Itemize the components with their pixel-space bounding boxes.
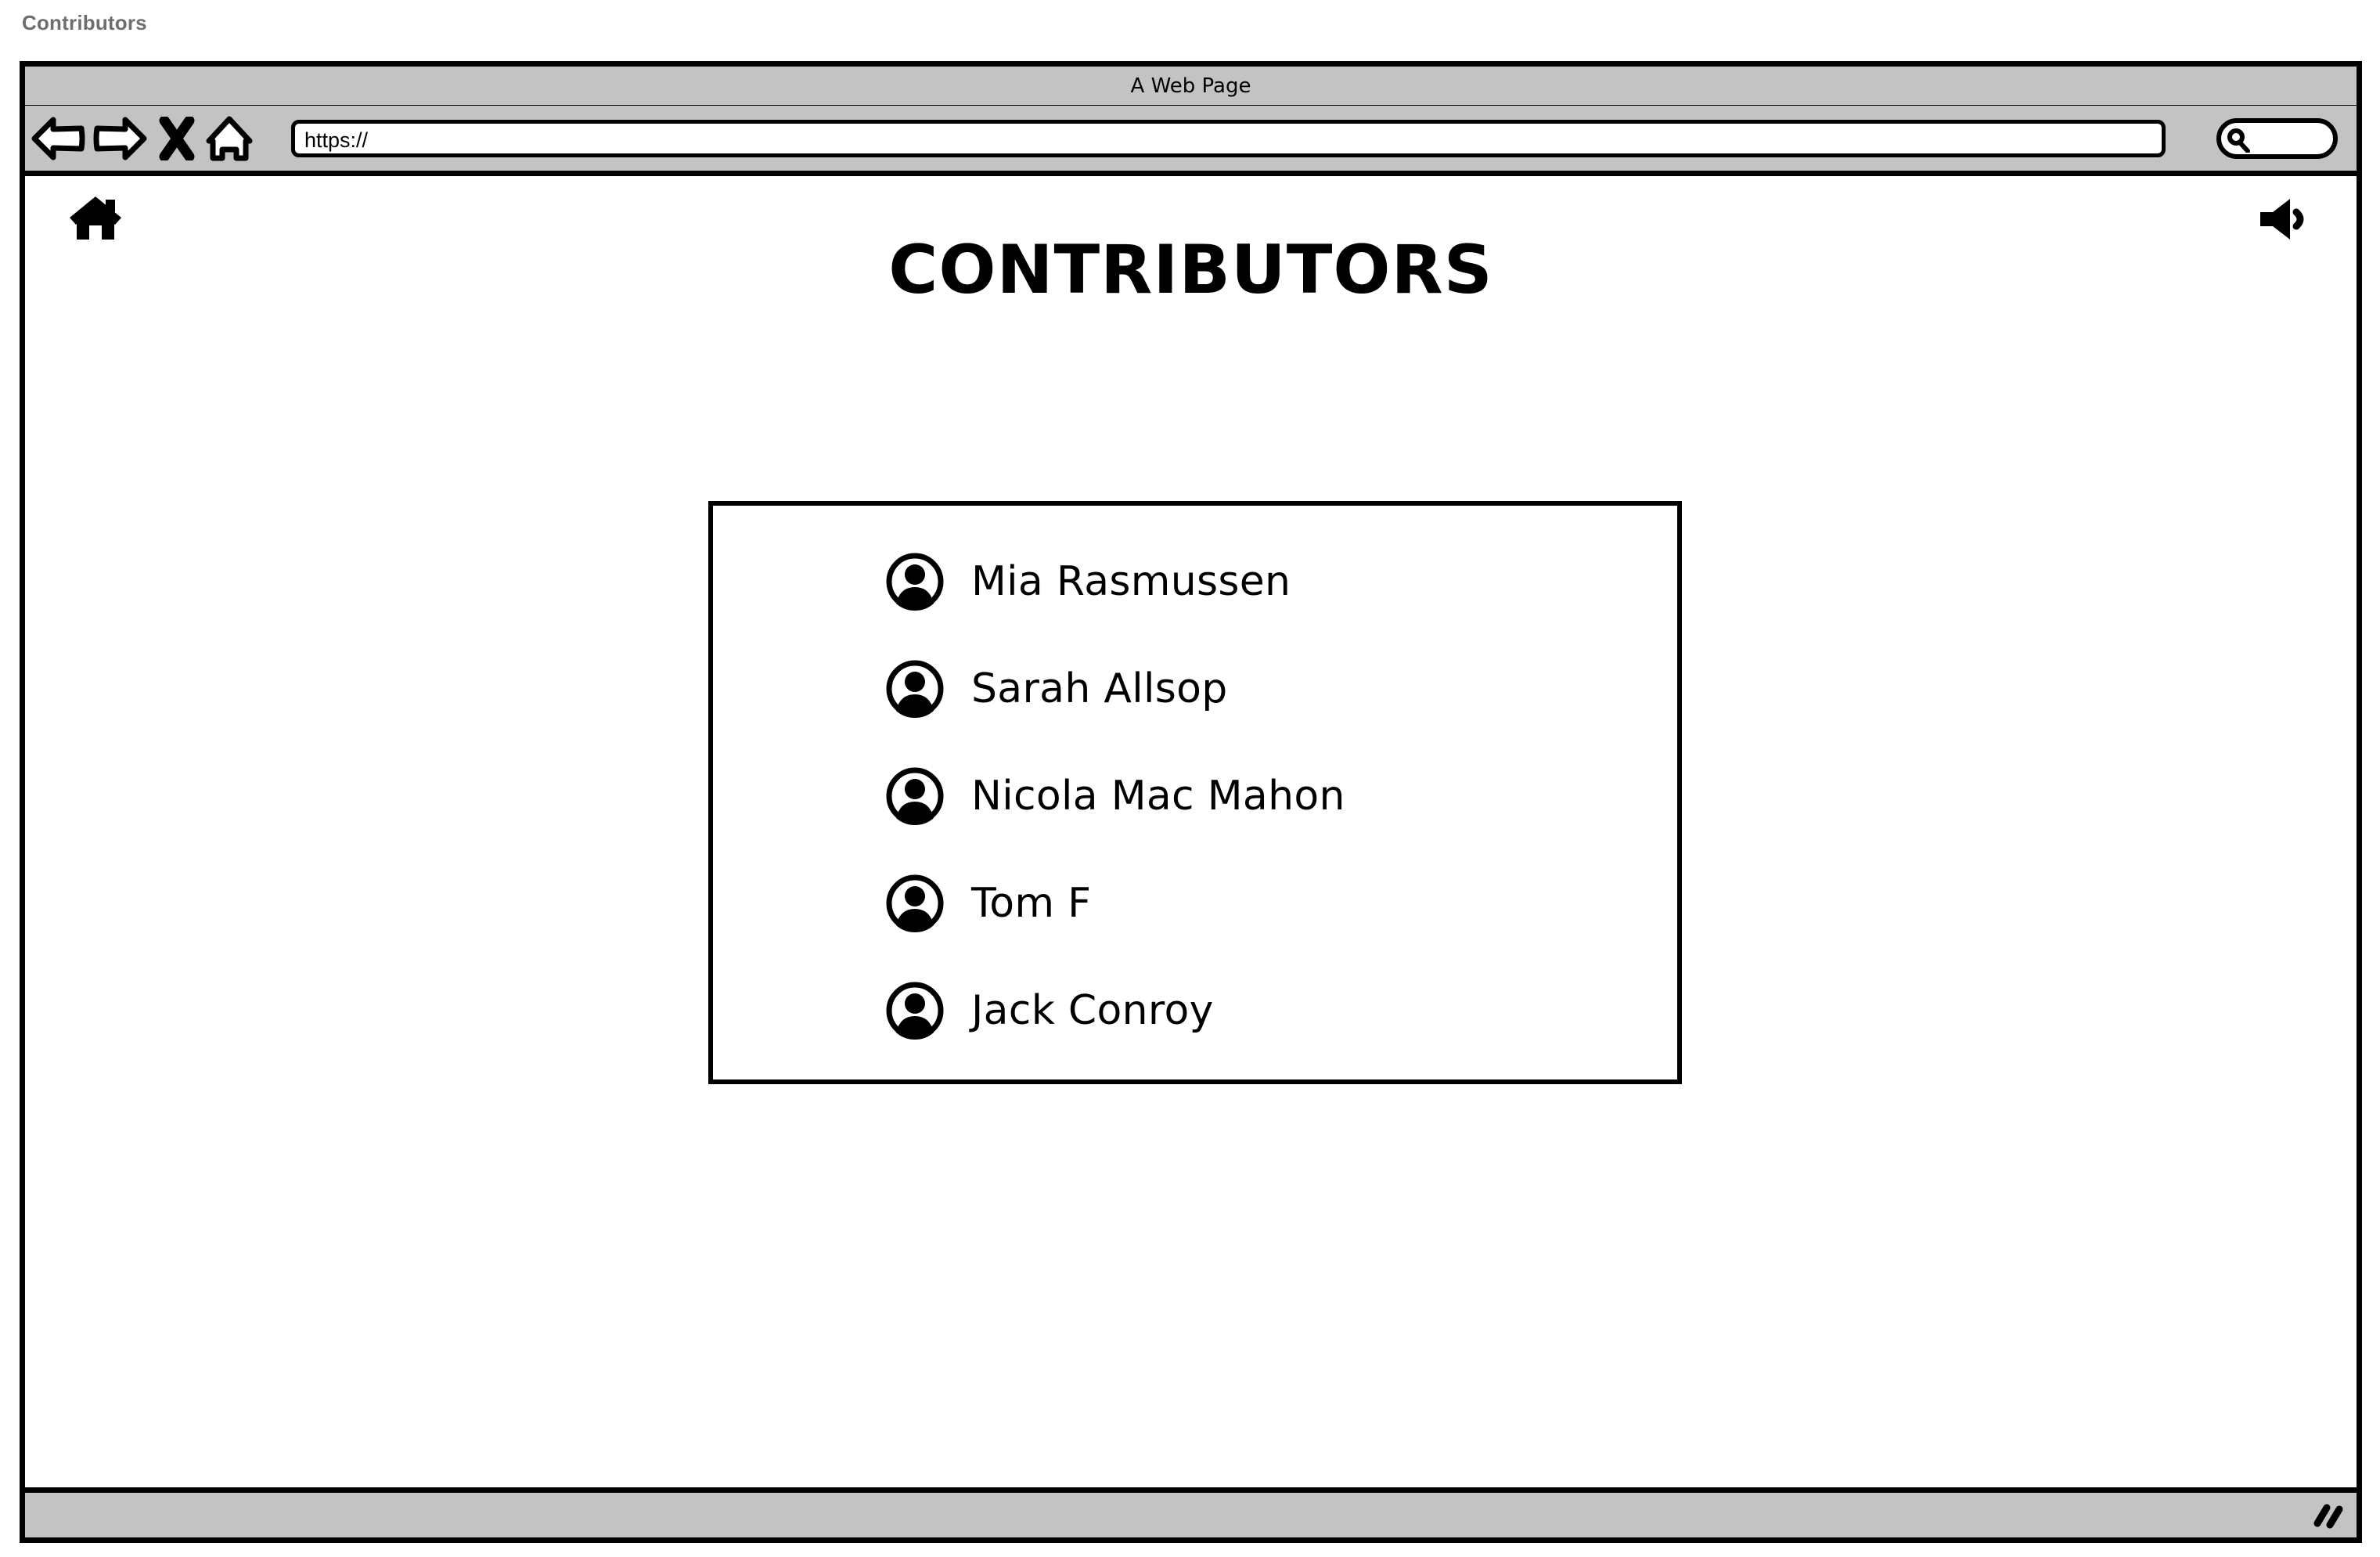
home-outline-icon[interactable]: [205, 115, 254, 162]
avatar-icon: [886, 982, 944, 1040]
page-title: CONTRIBUTORS: [888, 231, 1493, 309]
contributors-panel: Mia Rasmussen Sarah Allsop Nicola Mac Ma…: [708, 501, 1682, 1084]
contributor-name: Mia Rasmussen: [971, 557, 1291, 605]
list-item[interactable]: Jack Conroy: [885, 957, 1677, 1064]
url-input-value: https://: [304, 128, 369, 152]
back-arrow-icon[interactable]: [31, 115, 86, 162]
list-item[interactable]: Nicola Mac Mahon: [885, 742, 1677, 849]
contributor-name: Nicola Mac Mahon: [971, 772, 1345, 820]
contributor-name: Jack Conroy: [971, 986, 1214, 1034]
url-input[interactable]: https://: [291, 120, 2166, 157]
web-page-content: CONTRIBUTORS Mia Rasmussen Sarah Allsop …: [25, 176, 2357, 1487]
browser-statusbar: [25, 1487, 2357, 1537]
list-item[interactable]: Sarah Allsop: [885, 635, 1677, 742]
stop-x-icon[interactable]: [158, 116, 196, 160]
list-item[interactable]: Tom F: [885, 849, 1677, 957]
avatar-icon: [886, 874, 944, 932]
search-icon: [2227, 128, 2250, 153]
mockup-title-label: Contributors: [22, 11, 147, 34]
avatar-icon: [886, 553, 944, 611]
browser-toolbar: https://: [25, 106, 2357, 176]
contributor-name: Tom F: [971, 879, 1092, 927]
contributor-name: Sarah Allsop: [971, 665, 1228, 712]
browser-window: A Web Page https:// CONTRIBUTORS Mia Ras…: [20, 61, 2362, 1543]
browser-titlebar: A Web Page: [25, 67, 2357, 106]
avatar-icon: [886, 660, 944, 718]
list-item[interactable]: Mia Rasmussen: [885, 528, 1677, 635]
browser-page-title: A Web Page: [1130, 74, 1251, 98]
resize-grip-icon[interactable]: [2311, 1500, 2346, 1531]
search-input[interactable]: [2216, 118, 2338, 159]
forward-arrow-icon[interactable]: [92, 115, 147, 162]
avatar-icon: [886, 767, 944, 825]
contributors-list: Mia Rasmussen Sarah Allsop Nicola Mac Ma…: [885, 528, 1677, 1079]
